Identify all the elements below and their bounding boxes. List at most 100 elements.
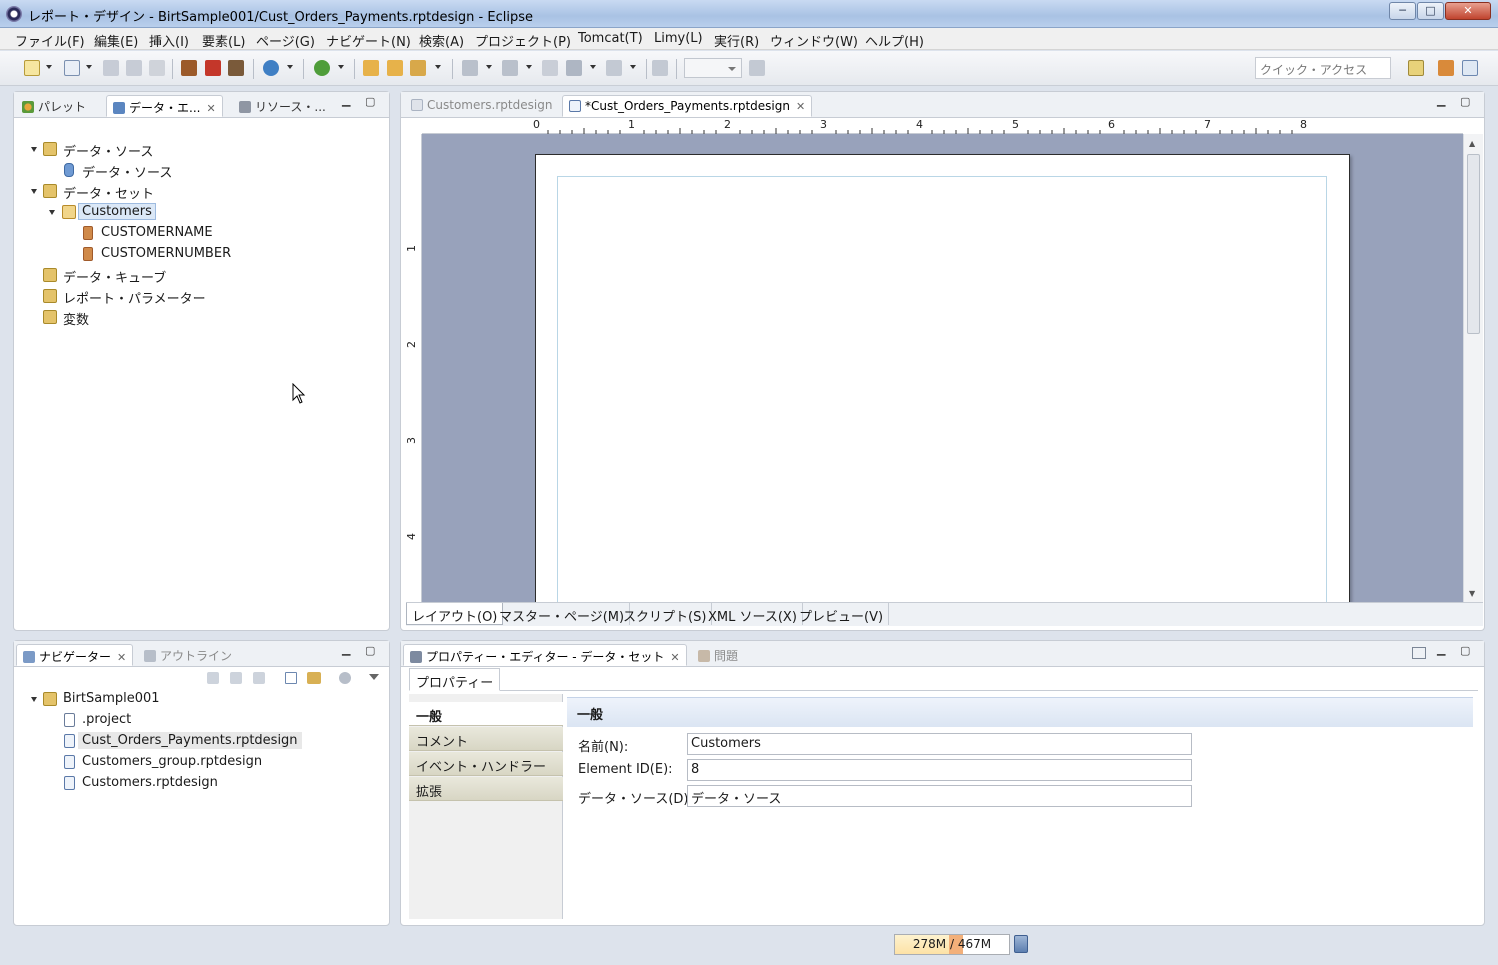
forward-nav-icon[interactable] [230,672,242,684]
garbage-collect-icon[interactable] [1014,935,1028,953]
link-with-editor-icon[interactable] [307,672,321,684]
run-report-dropdown-icon[interactable] [338,65,344,69]
toggle-breakpoint-icon[interactable] [181,60,197,76]
report-body-area[interactable] [557,176,1327,606]
tree-item-project-file[interactable]: .project [14,712,384,733]
tree-item-customername[interactable]: CUSTOMERNAME [14,225,384,246]
back-dropdown-icon[interactable] [590,65,596,69]
close-icon[interactable]: ✕ [796,100,805,113]
new-report-icon[interactable] [64,60,80,76]
heap-status[interactable]: 278M / 467M [894,934,1010,955]
report-design-perspective-icon[interactable] [1462,60,1478,76]
open-resource-icon[interactable] [410,60,426,76]
tree-item-cust-orders-payments[interactable]: Cust_Orders_Payments.rptdesign [14,732,384,754]
editor-vertical-scrollbar[interactable]: ▲ ▼ [1463,134,1483,602]
close-icon[interactable]: ✕ [206,102,215,115]
open-type-icon[interactable] [387,60,403,76]
tree-item-data-sets[interactable]: データ・セット [14,183,384,204]
tree-item-data-sources[interactable]: データ・ソース [14,141,384,162]
data-source-field[interactable]: データ・ソース [687,785,1192,807]
category-extension[interactable]: 拡張 [409,777,563,801]
minimize-icon[interactable]: ▁ [342,94,350,107]
expanded-icon[interactable] [31,189,37,194]
new-icon[interactable] [24,60,40,76]
close-window-button[interactable]: ✕ [1445,2,1491,20]
collapse-all-icon[interactable] [285,672,297,684]
tab-resource-explorer[interactable]: リソース・... [233,95,332,117]
tab-data-explorer[interactable]: データ・エ... ✕ [106,95,223,117]
report-page[interactable] [535,154,1350,614]
tab-problems[interactable]: 問題 [692,644,744,666]
menu-element[interactable]: 要素(L) [202,31,245,50]
scroll-down-icon[interactable]: ▼ [1469,589,1475,598]
menu-edit[interactable]: 編集(E) [94,31,138,50]
tree-item-data-cubes[interactable]: データ・キューブ [14,267,384,288]
category-comment[interactable]: コメント [409,727,563,751]
print-icon[interactable] [149,60,165,76]
menu-page[interactable]: ページ(G) [256,31,315,50]
maximize-icon[interactable]: ▢ [1460,95,1470,108]
menu-run[interactable]: 実行(R) [714,31,759,50]
maximize-icon[interactable]: ▢ [365,644,375,657]
tree-item-customernumber[interactable]: CUSTOMERNUMBER [14,246,384,267]
next-annotation-dropdown-icon[interactable] [486,65,492,69]
previous-annotation-icon[interactable] [502,60,518,76]
minimize-icon[interactable]: ▁ [1437,643,1445,656]
maximize-icon[interactable]: ▢ [365,95,375,108]
maximize-icon[interactable]: ▢ [1460,644,1470,657]
expanded-icon[interactable] [31,147,37,152]
minimize-icon[interactable]: ▁ [1437,94,1445,107]
new-report-dropdown-icon[interactable] [86,65,92,69]
select-tool-icon[interactable] [749,60,765,76]
forward-dropdown-icon[interactable] [630,65,636,69]
menu-limy[interactable]: Limy(L) [654,31,703,46]
view-menu-icon[interactable] [1412,647,1426,659]
up-nav-icon[interactable] [253,672,265,684]
remove-breakpoint-icon[interactable] [205,60,221,76]
last-edit-icon[interactable] [542,60,558,76]
tab-master-page[interactable]: マスター・ページ(M) [494,603,631,625]
tab-property-editor[interactable]: プロパティー・エディター - データ・セット ✕ [403,644,687,666]
tab-customers-rptdesign[interactable]: Customers.rptdesign [405,95,558,117]
menu-insert[interactable]: 挿入(I) [149,31,189,50]
tree-item-variables[interactable]: 変数 [14,309,384,330]
close-icon[interactable]: ✕ [670,651,679,664]
quick-access-input[interactable]: クイック・アクセス [1255,57,1391,79]
menu-navigate[interactable]: ナビゲート(N) [326,31,411,50]
web-browser-dropdown-icon[interactable] [287,65,293,69]
run-report-icon[interactable] [314,60,330,76]
next-annotation-icon[interactable] [462,60,478,76]
minimize-window-button[interactable]: ─ [1389,2,1416,20]
save-all-icon[interactable] [126,60,142,76]
menu-project[interactable]: プロジェクト(P) [475,31,571,50]
tree-item-customers-group[interactable]: Customers_group.rptdesign [14,754,384,775]
filters-icon[interactable] [339,672,351,684]
open-folder-icon[interactable] [363,60,379,76]
minimize-icon[interactable]: ▁ [342,643,350,656]
scrollbar-thumb[interactable] [1467,154,1480,334]
maximize-window-button[interactable]: □ [1417,2,1444,20]
tree-item-birtsample001[interactable]: BirtSample001 [14,691,384,712]
menu-search[interactable]: 検索(A) [419,31,464,50]
tab-xml-source[interactable]: XML ソース(X) [703,603,803,625]
tree-item-customers-dataset[interactable]: Customers [14,203,384,225]
previous-annotation-dropdown-icon[interactable] [526,65,532,69]
category-event-handler[interactable]: イベント・ハンドラー [409,752,563,776]
name-field[interactable]: Customers [687,733,1192,755]
tree-item-data-source[interactable]: データ・ソース [14,162,384,183]
tab-layout[interactable]: レイアウト(O) [406,603,504,625]
scroll-up-icon[interactable]: ▲ [1469,139,1475,148]
view-menu-icon[interactable] [369,674,379,680]
tree-item-customers-report[interactable]: Customers.rptdesign [14,775,384,796]
tab-properties[interactable]: プロパティー [409,668,501,691]
save-icon[interactable] [103,60,119,76]
menu-tomcat[interactable]: Tomcat(T) [578,31,643,46]
zoom-combo[interactable] [684,58,742,78]
menu-file[interactable]: ファイル(F) [15,31,85,50]
tab-preview[interactable]: プレビュー(V) [794,603,890,625]
menu-window[interactable]: ウィンドウ(W) [770,31,858,50]
tab-script[interactable]: スクリプト(S) [618,603,713,625]
skip-breakpoints-icon[interactable] [228,60,244,76]
tab-navigator[interactable]: ナビゲーター ✕ [16,644,134,666]
design-canvas[interactable] [422,134,1463,614]
